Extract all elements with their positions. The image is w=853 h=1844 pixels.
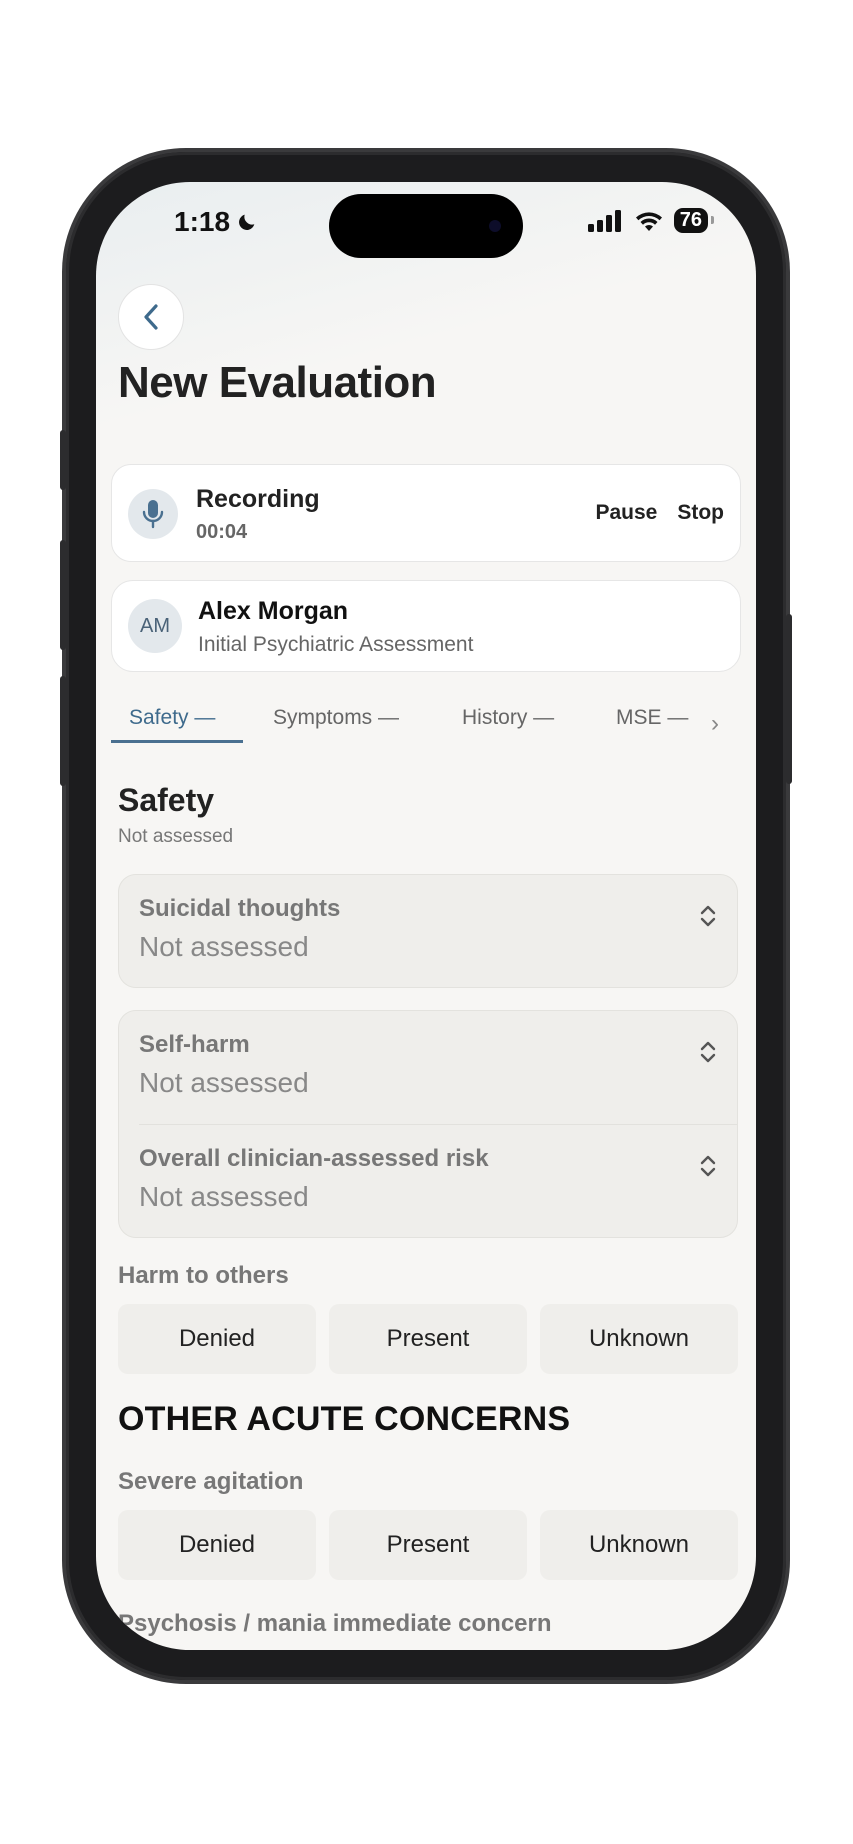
tab-symptoms[interactable]: Symptoms — [273,706,399,730]
status-time: 1:18 [174,206,258,238]
severe-agitation-options: Denied Present Unknown [118,1510,738,1580]
back-button[interactable] [118,284,184,350]
volume-down-button [60,676,66,786]
wifi-icon [635,211,662,231]
microphone-icon [142,500,164,529]
pause-button[interactable]: Pause [595,501,657,525]
select-value: Not assessed [139,931,309,962]
tab-safety[interactable]: Safety — [129,706,215,730]
patient-card[interactable]: AM Alex Morgan Initial Psychiatric Asses… [111,580,741,672]
option-unknown[interactable]: Unknown [540,1510,738,1580]
psychosis-mania-label: Psychosis / mania immediate concern [118,1610,552,1637]
section-status: Not assessed [118,826,234,847]
risk-select-group: Self-harm Not assessed Overall clinician… [118,1010,738,1238]
select-label: Overall clinician-assessed risk [139,1145,489,1172]
chevron-up-down-icon [700,905,716,927]
recording-label: Recording [196,485,320,513]
option-present[interactable]: Present [329,1304,527,1374]
self-harm-select[interactable]: Self-harm Not assessed [119,1011,737,1123]
tab-history[interactable]: History — [462,706,554,730]
select-label: Suicidal thoughts [139,895,341,922]
harm-to-others-label: Harm to others [118,1262,289,1289]
section-tabs: Safety — Symptoms — History — MSE — › [111,696,751,744]
chevron-right-icon[interactable]: › [711,710,719,738]
moon-icon [239,214,255,230]
dynamic-island [329,194,523,258]
harm-to-others-options: Denied Present Unknown [118,1304,738,1374]
select-value: Not assessed [139,1181,309,1212]
option-denied[interactable]: Denied [118,1304,316,1374]
select-label: Self-harm [139,1031,250,1058]
screen: 1:18 76 New Evaluation Recording 00:04 P… [96,182,756,1650]
active-tab-indicator [111,740,243,743]
other-acute-concerns-heading: OTHER ACUTE CONCERNS [118,1400,571,1438]
assessment-type: Initial Psychiatric Assessment [198,633,474,656]
chevron-left-icon [144,304,158,330]
battery-indicator: 76 [673,208,715,233]
overall-risk-select[interactable]: Overall clinician-assessed risk Not asse… [119,1125,737,1237]
stop-button[interactable]: Stop [677,501,724,525]
recording-card: Recording 00:04 Pause Stop [111,464,741,562]
avatar: AM [128,599,182,653]
suicidal-thoughts-select[interactable]: Suicidal thoughts Not assessed [118,874,738,988]
section-title: Safety [118,782,215,818]
recording-actions: Pause Stop [595,501,724,525]
action-button [60,430,66,490]
power-button [786,614,792,784]
status-icons: 76 [587,208,715,233]
option-unknown[interactable]: Unknown [540,1304,738,1374]
chevron-up-down-icon [700,1155,716,1177]
severe-agitation-label: Severe agitation [118,1468,304,1495]
page-title: New Evaluation [118,358,437,407]
select-value: Not assessed [139,1067,309,1098]
option-present[interactable]: Present [329,1510,527,1580]
option-denied[interactable]: Denied [118,1510,316,1580]
patient-name: Alex Morgan [198,597,349,625]
recording-elapsed: 00:04 [196,521,248,543]
tab-mse[interactable]: MSE — [616,706,688,730]
mic-badge [128,489,178,539]
chevron-up-down-icon [700,1041,716,1063]
volume-up-button [60,540,66,650]
cellular-signal-icon [587,209,621,232]
